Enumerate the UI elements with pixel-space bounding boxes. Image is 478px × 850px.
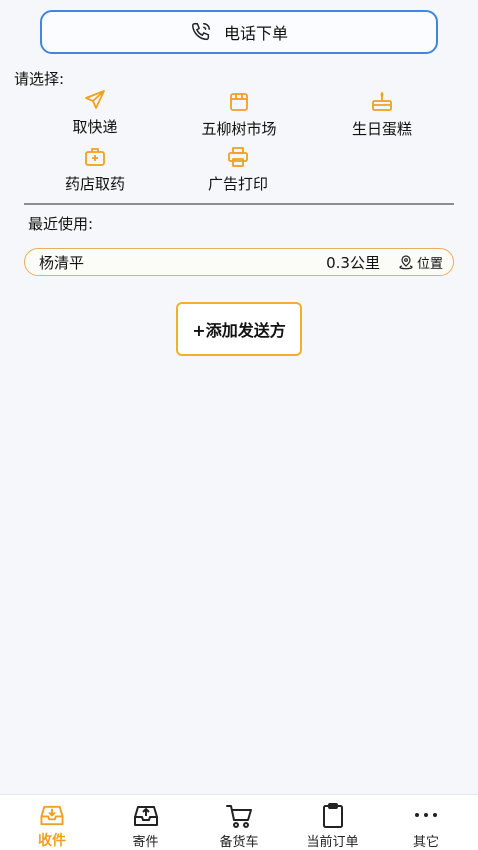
tab-bar: 收件 寄件 备货车 当前订单 其它: [0, 794, 478, 850]
category-pharmacy[interactable]: 药店取药: [40, 145, 150, 194]
add-sender-button[interactable]: +添加发送方: [176, 302, 302, 356]
category-label: 广告打印: [207, 175, 268, 193]
category-market[interactable]: 五柳树市场: [184, 90, 294, 139]
tab-cart[interactable]: 备货车: [193, 795, 285, 850]
category-label: 五柳树市场: [201, 120, 277, 138]
printer-icon: [228, 147, 248, 167]
recent-label: 最近使用:: [28, 215, 94, 233]
more-icon: [415, 813, 437, 817]
category-label: 生日蛋糕: [351, 120, 412, 138]
divider: [24, 203, 454, 205]
tab-receive[interactable]: 收件: [6, 795, 98, 850]
page: 电话下单 请选择: 取快递 五柳树市场 生日蛋糕 药店取药 广告打印 最近使用:…: [0, 0, 478, 850]
category-birthday-cake[interactable]: 生日蛋糕: [327, 90, 437, 139]
recent-item[interactable]: 杨清平 0.3公里 位置: [24, 248, 454, 276]
medkit-icon: [85, 148, 105, 166]
phone-order-label: 电话下单: [223, 24, 288, 43]
tab-other[interactable]: 其它: [380, 795, 472, 850]
tab-label: 寄件: [132, 835, 159, 850]
cart-icon: [226, 805, 252, 828]
tab-send[interactable]: 寄件: [100, 795, 192, 850]
cake-icon: [372, 92, 392, 111]
location-label: 位置: [416, 256, 443, 272]
send-icon: [85, 90, 105, 109]
category-label: 取快递: [72, 118, 118, 136]
outbox-icon: [133, 806, 158, 826]
tab-current-orders[interactable]: 当前订单: [287, 795, 379, 850]
tab-label: 其它: [412, 835, 439, 850]
store-icon: [230, 93, 248, 111]
location-icon: [399, 255, 413, 270]
choose-label: 请选择:: [14, 70, 65, 88]
phone-order-button[interactable]: 电话下单: [40, 10, 438, 54]
tab-label: 当前订单: [306, 835, 359, 850]
recent-name: 杨清平: [39, 253, 85, 272]
category-label: 药店取药: [64, 175, 125, 193]
inbox-icon: [40, 805, 64, 826]
tab-label: 备货车: [219, 835, 259, 850]
recent-distance: 0.3公里: [326, 253, 380, 272]
tab-label: 收件: [38, 833, 66, 849]
location-button[interactable]: 位置: [398, 253, 443, 272]
category-ad-printing[interactable]: 广告打印: [183, 145, 293, 194]
clipboard-icon: [322, 803, 343, 828]
category-express-pickup[interactable]: 取快递: [40, 88, 150, 137]
phone-icon: [192, 23, 210, 41]
